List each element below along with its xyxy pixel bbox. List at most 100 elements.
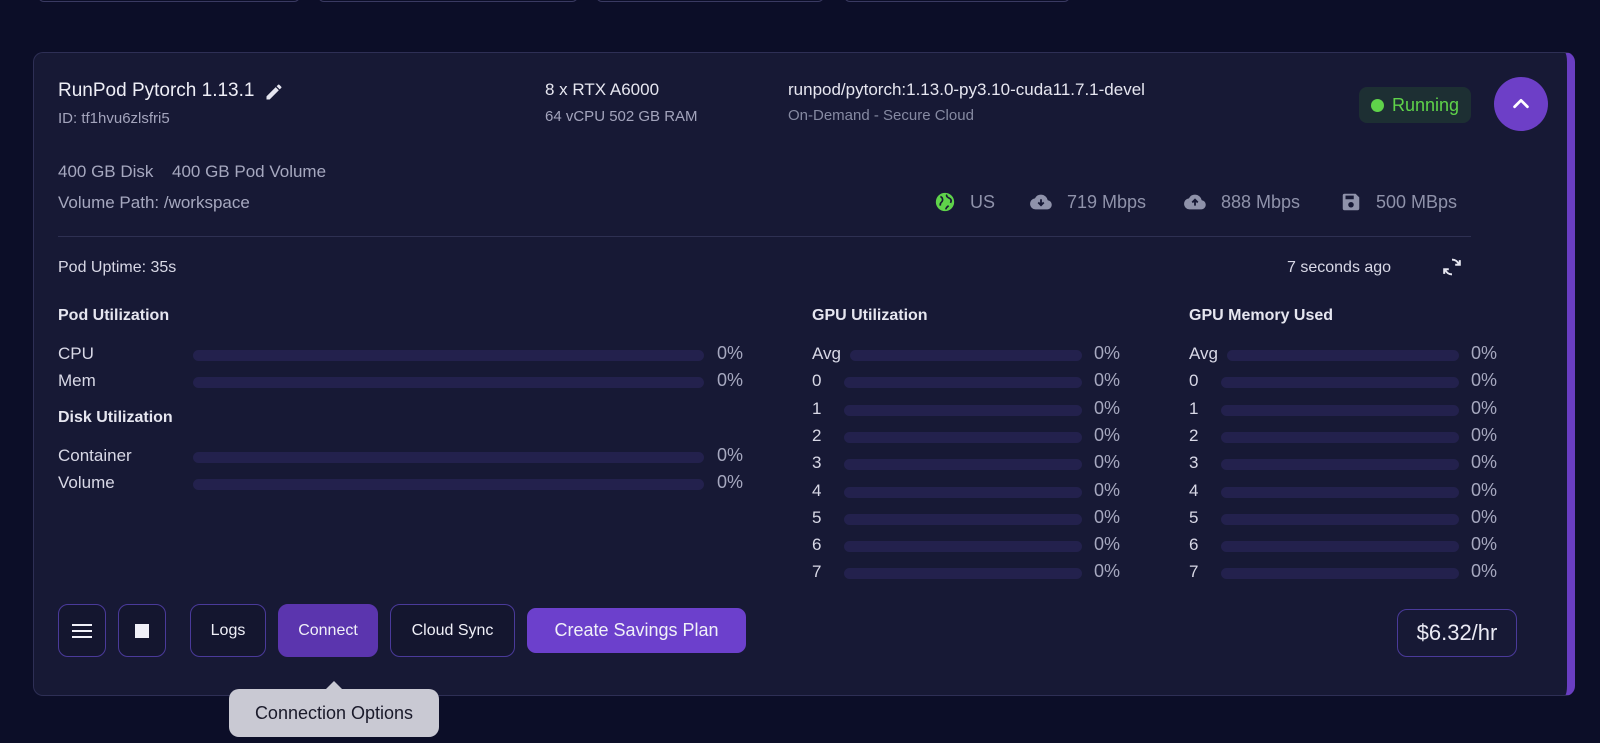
gpu-utilization-row-value: 0% [1094,452,1121,473]
gpu-memory-row-value: 0% [1471,397,1498,418]
pencil-icon[interactable] [264,82,284,102]
gpu-utilization-progress-bar [844,431,1082,443]
top-tab[interactable] [596,0,824,2]
collapse-button[interactable] [1494,77,1548,131]
stop-button[interactable] [118,604,166,657]
gpu-utilization-progress-bar [844,404,1082,416]
globe-icon [935,192,955,212]
pod-volume-size: 400 GB Pod Volume [172,162,327,181]
gpu-memory-row-value: 0% [1471,534,1498,555]
gpu-utilization-progress-bar [844,541,1082,553]
gpu-memory-row-label: Avg [1189,344,1218,363]
menu-button[interactable] [58,604,106,657]
upload-speed: 888 Mbps [1221,191,1301,212]
gpu-memory-row-value: 0% [1471,343,1498,363]
create-savings-plan-button[interactable]: Create Savings Plan [527,608,746,653]
chevron-up-icon [1513,98,1529,109]
gpu-memory-row-label: 5 [1189,507,1199,527]
pod-utilization-row-value: 0% [717,343,744,363]
upload-stat: 888 Mbps [1183,191,1300,213]
pod-id: ID: tf1hvu6zlsfri5 [58,110,170,127]
gpu-memory-row-value: 0% [1471,506,1498,527]
pod-utilization-row-value: 0% [717,370,744,390]
pod-utilization-title: Pod Utilization [58,307,170,324]
gpu-memory-progress-bar [1221,568,1459,580]
region-label: US [970,191,996,212]
gpu-memory-progress-bar [1221,404,1459,416]
stop-icon [135,623,149,638]
gpu-utilization-row-label: 6 [812,535,822,555]
gpu-utilization-row-label: 5 [812,507,822,527]
hourly-price: $6.32/hr [1397,609,1517,657]
top-tab[interactable] [318,0,578,2]
cloud-type: On-Demand - Secure Cloud [788,107,974,124]
gpu-memory-row-label: 0 [1189,371,1199,391]
gpu-spec: 8 x RTX A6000 [545,80,660,99]
gpu-memory-progress-bar [1221,486,1459,498]
gpu-utilization-row-value: 0% [1094,479,1121,500]
cloud-download-icon [1030,194,1052,210]
disk-utilization-row-value: 0% [717,472,744,492]
gpu-memory-progress-bar [1227,350,1459,361]
disk-utilization-row-label: Volume [58,473,115,492]
pod-utilization-progress-bar [193,350,704,361]
cloud-sync-button[interactable]: Cloud Sync [390,604,515,657]
gpu-utilization-row-label: Avg [812,344,841,363]
gpu-utilization-progress-bar [844,459,1082,471]
pod-card: RunPod Pytorch 1.13.1 ID: tf1hvu6zlsfri5… [33,52,1575,696]
disk-utilization-row-value: 0% [717,445,744,465]
gpu-utilization-progress-bar [844,377,1082,389]
disk-utilization-row-label: Container [58,446,132,465]
hamburger-menu-icon [72,623,92,638]
gpu-utilization-progress-bar [844,486,1082,498]
container-image: runpod/pytorch:1.13.0-py3.10-cuda11.7.1-… [788,80,1145,99]
status-dot-icon [1371,98,1384,112]
gpu-memory-progress-bar [1221,377,1459,389]
gpu-utilization-row-value: 0% [1094,534,1121,555]
logs-button[interactable]: Logs [190,604,266,657]
gpu-utilization-row-value: 0% [1094,343,1121,363]
last-updated: 7 seconds ago [1287,259,1392,276]
connection-options-tooltip: Connection Options [229,681,439,737]
gpu-memory-row-value: 0% [1471,424,1498,445]
refresh-icon[interactable] [1441,256,1463,278]
gpu-utilization-row-value: 0% [1094,561,1121,582]
top-tab[interactable] [844,0,1070,2]
gpu-memory-row-value: 0% [1471,561,1498,582]
pod-utilization-row-label: Mem [58,371,96,390]
gpu-memory-row-label: 2 [1189,425,1199,445]
download-stat: 719 Mbps [1029,191,1146,213]
gpu-utilization-row-value: 0% [1094,424,1121,445]
pod-name: RunPod Pytorch 1.13.1 [58,80,255,101]
gpu-utilization-row-label: 3 [812,453,822,473]
status-text: Running [1392,94,1460,115]
disk-utilization-progress-bar [193,479,704,490]
gpu-utilization-row-value: 0% [1094,397,1121,418]
gpu-memory-row-value: 0% [1471,370,1498,391]
gpu-utilization-title: GPU Utilization [812,307,928,324]
top-tab[interactable] [38,0,300,2]
cloud-upload-icon [1184,194,1206,210]
divider [58,236,1471,237]
gpu-memory-progress-bar [1221,541,1459,553]
disk-speed-stat: 500 MBps [1340,191,1457,213]
volume-path: Volume Path: /workspace [58,193,250,212]
gpu-utilization-row-label: 0 [812,371,822,391]
gpu-memory-progress-bar [1221,513,1459,525]
download-speed: 719 Mbps [1067,191,1147,212]
gpu-memory-row-value: 0% [1471,452,1498,473]
status-badge: Running [1359,87,1471,123]
disk-size: 400 GB Disk [58,162,154,181]
gpu-memory-row-label: 3 [1189,453,1199,473]
gpu-utilization-row-label: 7 [812,562,822,582]
pod-utilization-row-label: CPU [58,344,94,363]
gpu-utilization-row-label: 2 [812,425,822,445]
connect-button[interactable]: Connect [278,604,378,657]
gpu-memory-progress-bar [1221,459,1459,471]
gpu-memory-row-label: 7 [1189,562,1199,582]
disk-utilization-progress-bar [193,452,704,463]
gpu-utilization-row-value: 0% [1094,506,1121,527]
disk-utilization-title: Disk Utilization [58,409,173,426]
gpu-utilization-row-value: 0% [1094,370,1121,391]
gpu-memory-row-label: 6 [1189,535,1199,555]
